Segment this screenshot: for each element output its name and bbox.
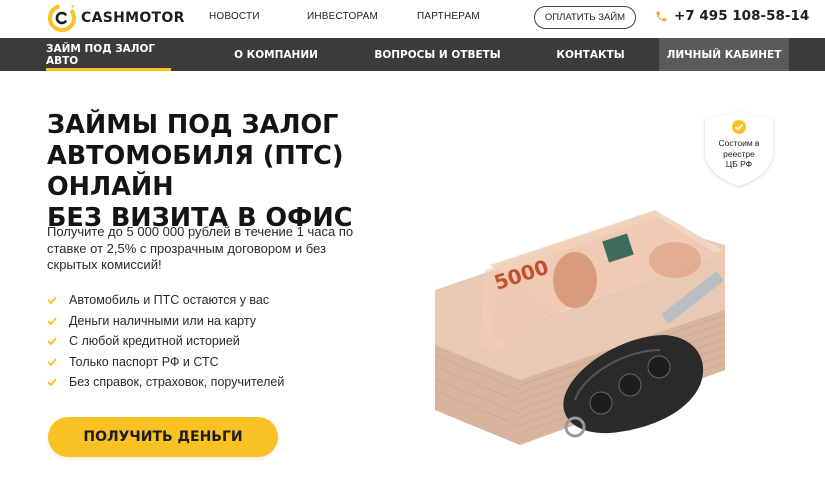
phone-icon (656, 11, 667, 21)
list-item: Без справок, страховок, поручителей (47, 372, 284, 393)
check-icon (47, 296, 59, 305)
sub-text: в течение (230, 224, 297, 239)
feature-text: Только паспорт РФ и СТС (69, 354, 219, 369)
sub-rate: 2,5% (106, 240, 137, 256)
top-bar: CASHMOTOR НОВОСТИ ИНВЕСТОРАМ ПАРТНЕРАМ О… (0, 0, 825, 38)
feature-text: Деньги наличными или на карту (69, 313, 256, 328)
feature-text: С любой кредитной историей (69, 334, 240, 349)
badge-line: Состоим в (718, 138, 760, 148)
registry-badge: Состоим в реестре ЦБ РФ (701, 108, 777, 188)
badge-text: Состоим в реестре ЦБ РФ (707, 138, 771, 170)
phone[interactable]: +7 495 108-58-14 (655, 8, 809, 24)
list-item: Только паспорт РФ и СТС (47, 352, 284, 373)
nav-item-personal-cabinet[interactable]: ЛИЧНЫЙ КАБИНЕТ (659, 38, 789, 71)
badge-line: ЦБ РФ (725, 159, 753, 169)
top-link-news[interactable]: НОВОСТИ (209, 11, 260, 22)
nav-item-label: ВОПРОСЫ И ОТВЕТЫ (374, 48, 501, 61)
top-link-investors[interactable]: ИНВЕСТОРАМ (307, 11, 378, 22)
top-link-partners[interactable]: ПАРТНЕРАМ (417, 11, 480, 22)
feature-list: Автомобиль и ПТС остаются у вас Деньги н… (47, 290, 284, 393)
nav-item-contacts[interactable]: КОНТАКТЫ (548, 38, 633, 71)
nav-item-label: О КОМПАНИИ (234, 48, 318, 61)
check-icon (47, 317, 59, 325)
check-icon (47, 378, 59, 387)
nav-item-about[interactable]: О КОМПАНИИ (226, 38, 326, 71)
money-and-car-key-image: 5000 (425, 195, 755, 460)
sub-amount: 5 000 000 рублей (126, 224, 231, 239)
check-icon (47, 358, 59, 366)
feature-text: Без справок, страховок, поручителей (69, 375, 285, 390)
pay-loan-button[interactable]: ОПЛАТИТЬ ЗАЙМ (534, 6, 636, 29)
badge-line: реестре (723, 148, 755, 159)
main-nav: ЗАЙМ ПОД ЗАЛОГ АВТО О КОМПАНИИ ВОПРОСЫ И… (0, 38, 825, 71)
nav-item-label: ЛИЧНЫЙ КАБИНЕТ (666, 48, 782, 61)
logo-text: CASHMOTOR (81, 10, 185, 26)
nav-item-label: ЗАЙМ ПОД ЗАЛОГ АВТО (46, 42, 156, 67)
nav-item-label: КОНТАКТЫ (556, 48, 625, 61)
page-title: ЗАЙМЫ ПОД ЗАЛОГ АВТОМОБИЛЯ (ПТС) ОНЛАЙН … (47, 110, 477, 234)
feature-text: Автомобиль и ПТС остаются у вас (69, 293, 270, 308)
phone-number: +7 495 108-58-14 (674, 8, 810, 24)
list-item: Деньги наличными или на карту (47, 311, 284, 332)
nav-item-car-loan[interactable]: ЗАЙМ ПОД ЗАЛОГ АВТО (46, 38, 171, 71)
sub-time: 1 часа (296, 224, 336, 239)
title-line: ЗАЙМЫ ПОД ЗАЛОГ (47, 110, 339, 140)
nav-item-faq[interactable]: ВОПРОСЫ И ОТВЕТЫ (370, 38, 505, 71)
sub-text: Получите до (47, 224, 127, 239)
list-item: С любой кредитной историей (47, 331, 284, 352)
get-money-button[interactable]: ПОЛУЧИТЬ ДЕНЬГИ (48, 417, 278, 457)
logo-mark-icon (47, 3, 77, 33)
check-icon (47, 337, 59, 346)
list-item: Автомобиль и ПТС остаются у вас (47, 290, 284, 311)
logo[interactable]: CASHMOTOR (47, 3, 185, 33)
hero-subtitle: Получите до 5 000 000 рублей в течение 1… (47, 224, 377, 274)
title-line: АВТОМОБИЛЯ (ПТС) ОНЛАЙН (47, 141, 344, 202)
